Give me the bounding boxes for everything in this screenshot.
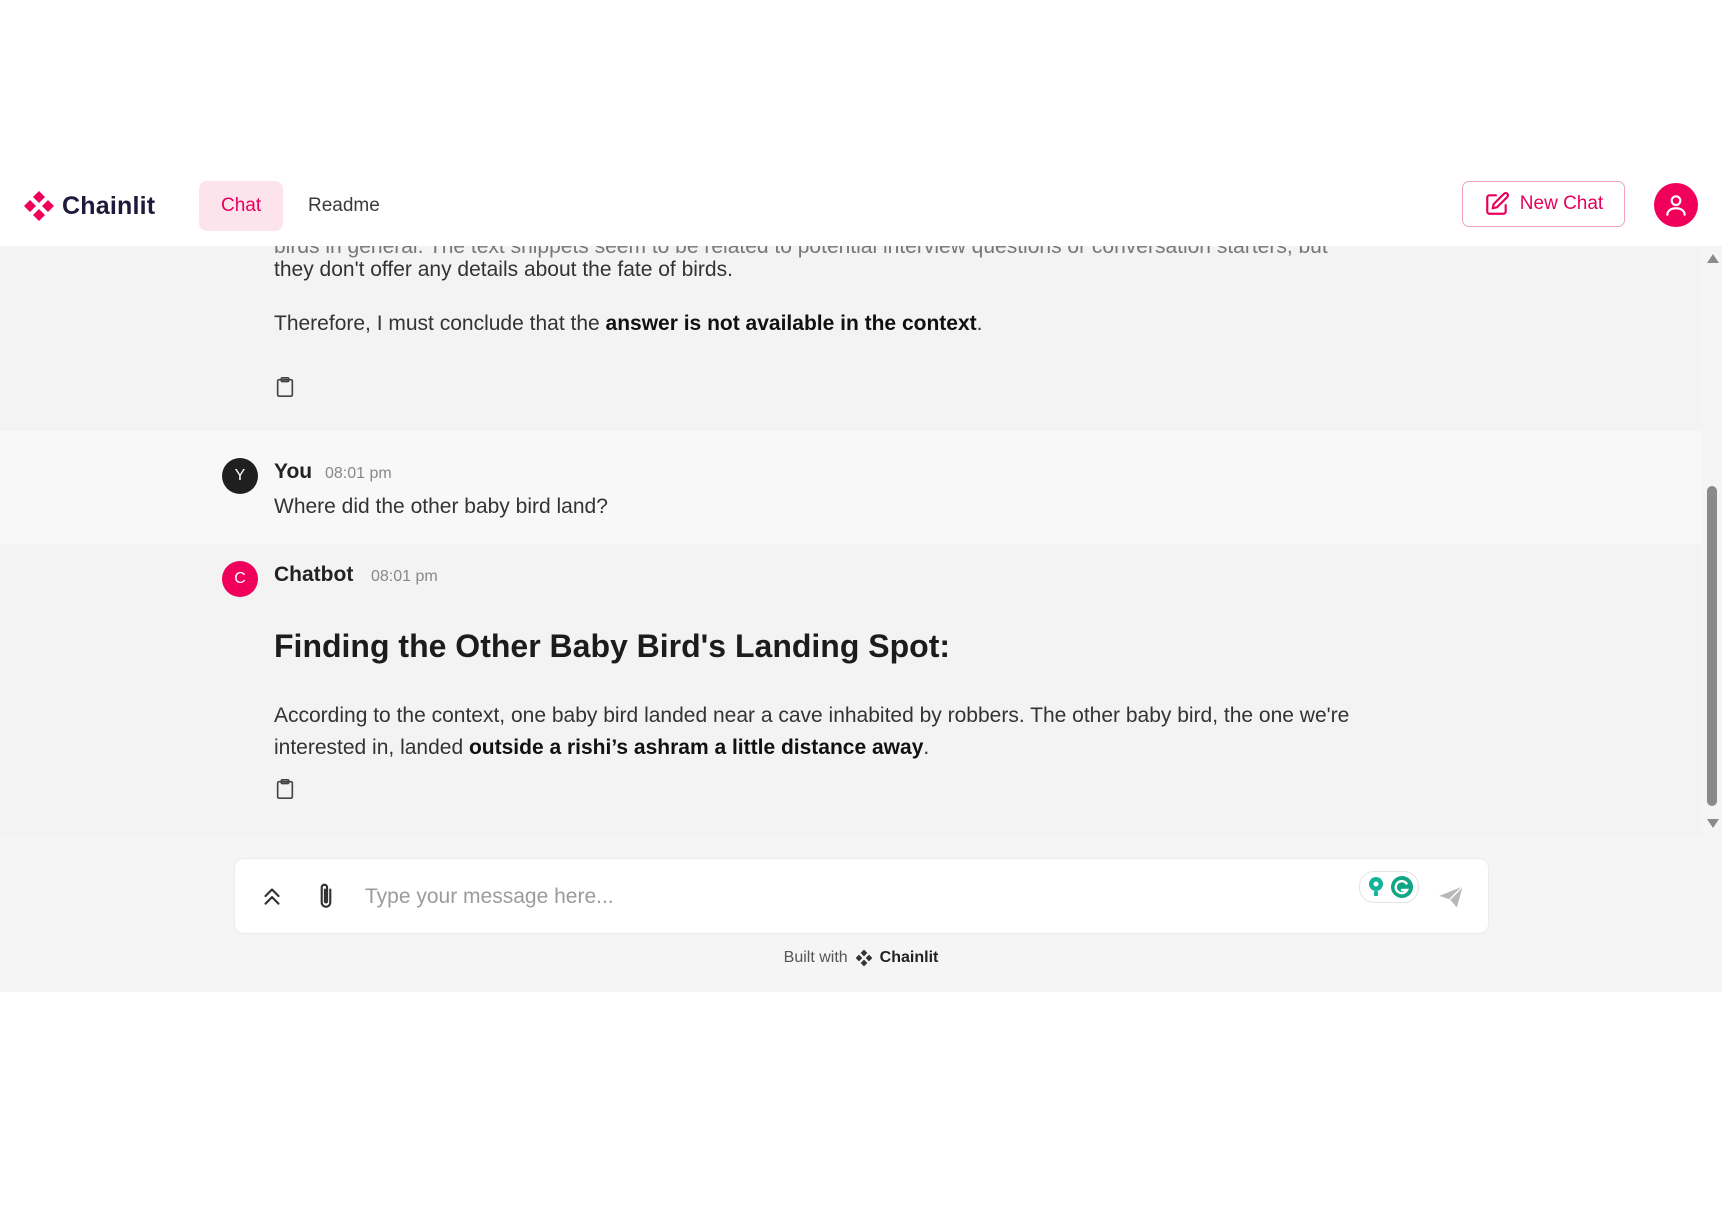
message-text: Where did the other baby bird land? (274, 495, 608, 518)
answer-prefix: interested in, landed (274, 736, 469, 759)
scroll-up-arrow-icon[interactable] (1707, 254, 1719, 263)
footer-brand[interactable]: Chainlit (880, 949, 939, 967)
user-menu-avatar[interactable] (1654, 183, 1698, 227)
avatar: C (222, 561, 258, 597)
edit-icon (1485, 192, 1509, 215)
conclusion-suffix: . (976, 312, 983, 335)
message-author: You (274, 460, 313, 483)
send-icon[interactable] (1437, 883, 1465, 911)
message-user: Y You 08:01 pm Where did the other baby … (0, 431, 1702, 544)
conclusion-bold: answer is not available in the context (605, 312, 977, 335)
paperclip-icon[interactable] (313, 881, 339, 911)
scrollbar-thumb[interactable] (1707, 486, 1717, 806)
message-text-line: interested in, landed outside a rishi’s … (274, 731, 929, 764)
scroll-down-arrow-icon[interactable] (1707, 819, 1719, 828)
message-list: birds in general. The text snippets seem… (0, 246, 1722, 836)
message-author: Chatbot (274, 563, 354, 586)
grammarly-widget[interactable] (1359, 871, 1419, 903)
message-time: 08:01 pm (371, 568, 438, 585)
answer-bold: outside a rishi’s ashram a little distan… (468, 736, 924, 759)
message-conclusion: Therefore, I must conclude that the answ… (274, 307, 982, 340)
tab-chat[interactable]: Chat (199, 181, 284, 231)
message-text-line: According to the context, one baby bird … (274, 704, 1350, 727)
chainlit-footer-logo-icon (855, 949, 873, 967)
brand-name: Chainlit (62, 191, 156, 220)
message-heading: Finding the Other Baby Bird's Landing Sp… (274, 628, 951, 664)
top-header: Chainlit Chat Readme New Chat (0, 170, 1722, 247)
chainlit-logo[interactable]: Chainlit (21, 188, 155, 224)
lightbulb-icon (1369, 877, 1383, 896)
avatar: Y (222, 458, 258, 494)
message-previous-bot: birds in general. The text snippets seem… (0, 246, 1702, 431)
scrollbar[interactable] (1702, 246, 1722, 836)
copy-icon[interactable] (274, 778, 296, 800)
tab-readme[interactable]: Readme (286, 181, 402, 231)
message-text-line: they don't offer any details about the f… (274, 258, 733, 281)
built-with-footer: Built with Chainlit (0, 948, 1722, 968)
conclusion-prefix: Therefore, I must conclude that the (274, 312, 606, 335)
composer-area: Built with Chainlit (0, 836, 1722, 992)
grammarly-icon (1391, 876, 1413, 898)
new-chat-label: New Chat (1519, 193, 1604, 214)
message-time: 08:01 pm (325, 465, 392, 482)
user-icon (1666, 195, 1686, 216)
message-composer (234, 858, 1489, 934)
built-with-label: Built with (783, 949, 848, 966)
chevrons-up-icon[interactable] (259, 883, 285, 909)
copy-icon[interactable] (274, 376, 296, 398)
message-bot: C Chatbot 08:01 pm Finding the Other Bab… (0, 544, 1702, 836)
message-input[interactable] (363, 877, 1347, 917)
chainlit-logo-icon (24, 191, 54, 221)
new-chat-button[interactable]: New Chat (1462, 181, 1625, 227)
answer-suffix: . (923, 736, 930, 759)
